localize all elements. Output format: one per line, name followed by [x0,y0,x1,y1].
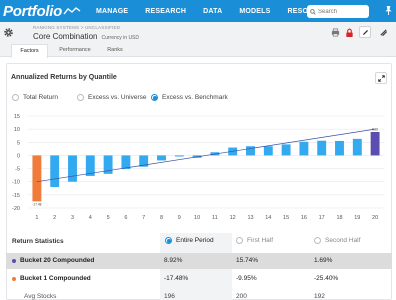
x-tick-label: 16 [301,215,307,221]
returns-bar-chart: 151050-5-10-15-201 2 3 4 5 6 7 8 9 10 11 12 13 14 15 16… [12,114,384,221]
cell-value: 196 [164,293,175,300]
x-tick-label: 11 [212,215,218,221]
x-tick-label: 17 [319,215,325,221]
x-tick-label: 3 [71,215,74,221]
y-tick-label: -10 [12,180,20,186]
x-tick-label: 14 [265,215,271,221]
x-tick-label: 1 [35,215,38,221]
x-tick-label: 5 [107,215,110,221]
row-label: Bucket 1 Compounded [20,275,91,282]
data-label-first: -17.48 [32,202,41,206]
bar [157,155,166,161]
x-tick-label: 13 [247,215,253,221]
column-first-half[interactable]: First Half [236,237,273,244]
cell-value: 192 [314,293,325,300]
cell-value: -25.40% [314,275,339,282]
y-tick-label: -15 [12,193,20,199]
data-label-last: 8.92 [372,127,378,131]
column-entire-period[interactable]: Entire Period [165,237,214,244]
return-statistics-header: Return Statistics Entire Period First Ha… [0,234,396,250]
table-row: Bucket 20 Compounded 8.92% 15.74% 1.69% [6,253,392,269]
table-row: Avg Stocks 196 200 192 [6,289,392,300]
cell-value: 8.92% [164,257,183,264]
y-tick-label: 0 [17,153,20,159]
x-tick-label: 8 [160,215,163,221]
cell-value: -9.95% [236,275,257,282]
x-tick-label: 20 [372,215,378,221]
cell-value: 1.69% [314,257,333,264]
y-tick-label: -20 [12,206,20,212]
radio-entire-period[interactable] [165,237,172,244]
x-tick-label: 7 [142,215,145,221]
table-row: Bucket 1 Compounded -17.48% -9.95% -25.4… [6,271,392,287]
bar [174,155,184,157]
x-tick-label: 4 [89,215,92,221]
x-tick-label: 18 [336,215,342,221]
column-label: First Half [247,237,273,244]
y-tick-label: 10 [14,127,20,133]
cell-value: 15.74% [236,257,259,264]
cell-value: -17.48% [164,275,189,282]
x-tick-label: 6 [124,215,127,221]
x-tick-label: 12 [230,215,236,221]
bar [317,140,327,156]
y-tick-label: -5 [15,167,20,173]
bar [281,144,291,156]
return-statistics-label: Return Statistics [12,238,64,245]
x-tick-label: 19 [354,215,360,221]
bar [68,155,77,182]
radio-first-half[interactable] [236,237,243,244]
y-tick-label: 15 [14,114,20,120]
row-label: Avg Stocks [24,293,57,300]
bar [352,138,362,156]
x-tick-label: 2 [53,215,56,221]
bar [263,146,273,156]
bar [246,146,255,156]
x-tick-label: 10 [194,215,200,221]
radio-second-half[interactable] [314,237,321,244]
bar [335,140,344,156]
column-label: Second Half [325,237,361,244]
series-dot [12,277,16,281]
column-second-half[interactable]: Second Half [314,237,360,244]
x-tick-label: 15 [283,215,289,221]
column-label: Entire Period [176,237,214,244]
series-dot [12,259,16,263]
bar [50,155,60,187]
bar [32,155,42,202]
cell-value: 200 [236,293,247,300]
x-tick-label: 9 [178,215,181,221]
row-label: Bucket 20 Compounded [20,257,95,264]
y-tick-label: 5 [17,140,20,146]
bar [299,141,309,156]
bar [370,131,380,156]
